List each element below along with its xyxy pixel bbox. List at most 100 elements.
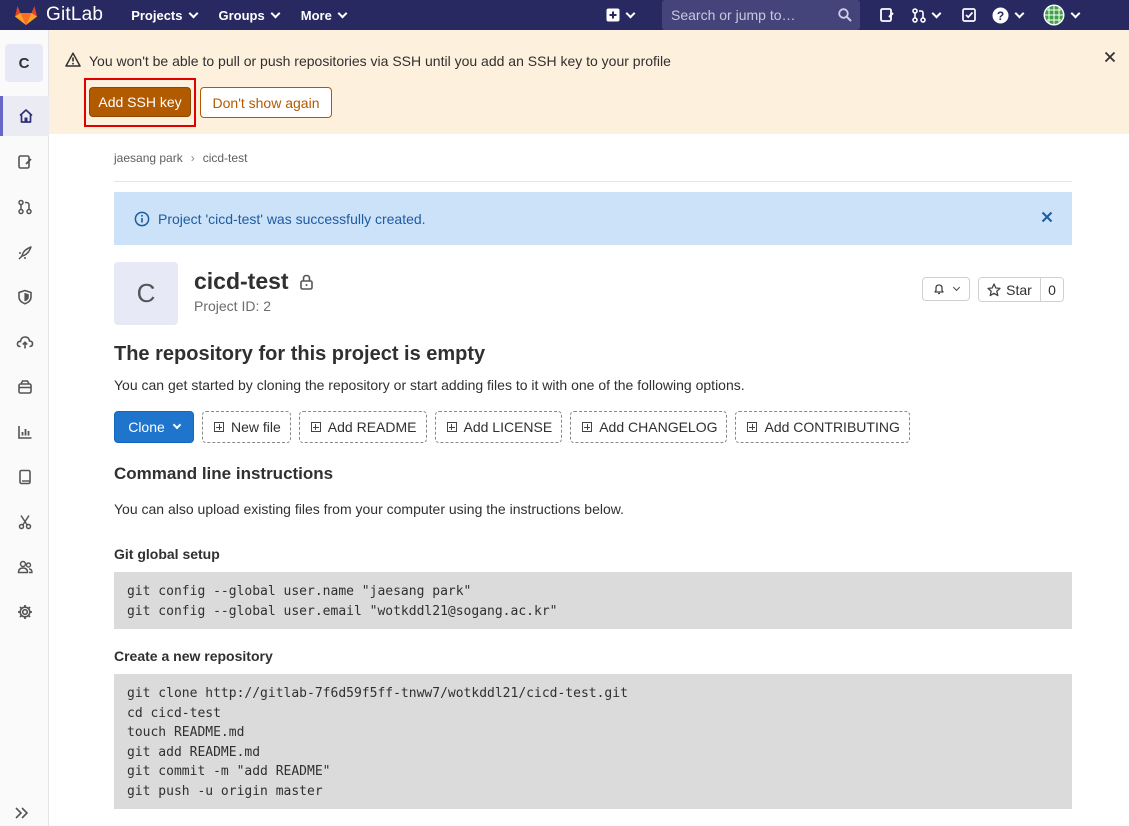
empty-repo-heading: The repository for this project is empty (114, 343, 486, 365)
add-license-button[interactable]: Add LICENSE (434, 411, 563, 443)
gitlab-tanuki-icon (15, 6, 37, 25)
brand-name: GitLab (46, 4, 104, 25)
home-icon (19, 109, 33, 123)
avatar (1043, 4, 1065, 26)
star-button[interactable]: Star (979, 278, 1041, 301)
merge-request-icon (17, 199, 32, 215)
empty-repo-description: You can get started by cloning the repos… (114, 377, 745, 393)
package-icon (17, 380, 32, 394)
sidebar-project-avatar[interactable]: C (5, 44, 43, 82)
new-dropdown[interactable] (606, 8, 636, 22)
sidebar-item-members[interactable] (0, 547, 49, 587)
sidebar-item-issues[interactable] (0, 142, 49, 182)
gitlab-logo[interactable]: GitLab (14, 4, 103, 26)
new-file-button[interactable]: New file (202, 411, 291, 443)
project-id: Project ID: 2 (194, 298, 272, 314)
breadcrumb-user-link[interactable]: jaesang park (114, 151, 183, 165)
cli-heading: Command line instructions (114, 464, 334, 483)
star-label: Star (1006, 281, 1032, 298)
ssh-key-banner: You won't be able to pull or push reposi… (49, 30, 1129, 134)
search-input[interactable] (671, 7, 831, 23)
close-icon[interactable] (1104, 51, 1116, 63)
project-name: cicd-test (194, 268, 289, 294)
collapse-sidebar-button[interactable] (14, 806, 30, 823)
star-count[interactable]: 0 (1041, 278, 1063, 301)
chevron-down-icon (270, 8, 281, 18)
sidebar-item-packages[interactable] (0, 367, 49, 407)
new-repo-title: Create a new repository (114, 648, 273, 664)
more-menu[interactable]: More (300, 7, 348, 23)
help-dropdown[interactable]: ? (992, 7, 1025, 24)
notification-dropdown[interactable] (922, 277, 970, 301)
double-chevron-right-icon (15, 807, 29, 819)
add-changelog-button[interactable]: Add CHANGELOG (570, 411, 728, 443)
svg-text:?: ? (997, 9, 1004, 23)
repo-actions: Clone New file Add README Add LICENSE Ad… (114, 411, 918, 443)
add-readme-button[interactable]: Add README (298, 411, 427, 443)
search-box[interactable] (662, 0, 860, 30)
flash-message: Project 'cicd-test' was successfully cre… (158, 210, 426, 227)
chart-icon (17, 426, 31, 439)
search-icon (838, 8, 852, 22)
sidebar-item-wiki[interactable] (0, 457, 49, 497)
todos-nav-button[interactable] (962, 8, 976, 22)
sidebar-item-settings[interactable] (0, 592, 49, 632)
rocket-icon (17, 246, 32, 260)
info-icon (134, 211, 150, 226)
cloud-icon (16, 336, 33, 349)
sidebar-item-security[interactable] (0, 277, 49, 317)
chevron-down-icon (625, 8, 636, 18)
more-menu-label: More (300, 7, 332, 23)
project-avatar: C (114, 262, 178, 325)
plus-square-icon (446, 422, 457, 432)
users-icon (17, 560, 33, 574)
new-repo-code[interactable]: git clone http://gitlab-7f6d59f5ff-tnww7… (114, 674, 1072, 809)
nav-user-area: ? (878, 0, 1081, 30)
sidebar-item-ci-cd[interactable] (0, 233, 49, 273)
plus-square-icon (606, 8, 620, 22)
add-contributing-label: Add CONTRIBUTING (764, 419, 900, 435)
sidebar-item-analytics[interactable] (0, 412, 49, 452)
global-setup-title: Git global setup (114, 546, 220, 562)
add-readme-label: Add README (327, 419, 417, 435)
sidebar-item-deployments[interactable] (0, 322, 49, 362)
new-file-label: New file (231, 419, 281, 435)
chevron-down-icon (931, 8, 942, 18)
chevron-down-icon (952, 283, 961, 291)
merge-requests-nav-button[interactable] (912, 7, 942, 23)
issues-nav-button[interactable] (880, 8, 894, 22)
clone-dropdown-button[interactable]: Clone (114, 411, 194, 443)
sidebar-item-project-overview[interactable] (0, 96, 49, 136)
user-menu[interactable] (1043, 4, 1081, 26)
plus-square-icon (214, 422, 224, 432)
warning-icon (65, 52, 81, 67)
nav-menu: Projects Groups More (131, 8, 368, 23)
close-icon[interactable] (1041, 211, 1053, 223)
chevron-down-icon (172, 420, 182, 430)
chevron-down-icon (337, 8, 348, 18)
scissors-icon (18, 515, 31, 530)
gear-icon (17, 605, 32, 619)
nav-create (606, 0, 636, 30)
bell-icon (934, 284, 944, 295)
clone-label: Clone (128, 419, 165, 435)
add-contributing-button[interactable]: Add CONTRIBUTING (735, 411, 910, 443)
projects-menu[interactable]: Projects (131, 8, 198, 23)
sidebar-item-snippets[interactable] (0, 502, 49, 542)
add-license-label: Add LICENSE (463, 419, 553, 435)
merge-request-icon (912, 7, 926, 23)
plus-square-icon (582, 422, 593, 432)
chevron-down-icon (188, 8, 198, 18)
global-setup-code[interactable]: git config --global user.name "jaesang p… (114, 572, 1072, 629)
groups-menu[interactable]: Groups (219, 8, 281, 23)
add-ssh-key-button[interactable]: Add SSH key (89, 87, 191, 117)
sidebar-item-merge-requests[interactable] (0, 187, 49, 227)
cli-description: You can also upload existing files from … (114, 501, 624, 517)
breadcrumb-project-link[interactable]: cicd-test (203, 151, 248, 165)
chevron-down-icon (1070, 8, 1081, 18)
shield-icon (17, 289, 32, 305)
breadcrumb: jaesang park › cicd-test (114, 151, 247, 165)
dont-show-again-button[interactable]: Don't show again (200, 87, 332, 118)
star-group: Star 0 (978, 277, 1064, 302)
todo-check-icon (962, 8, 976, 22)
